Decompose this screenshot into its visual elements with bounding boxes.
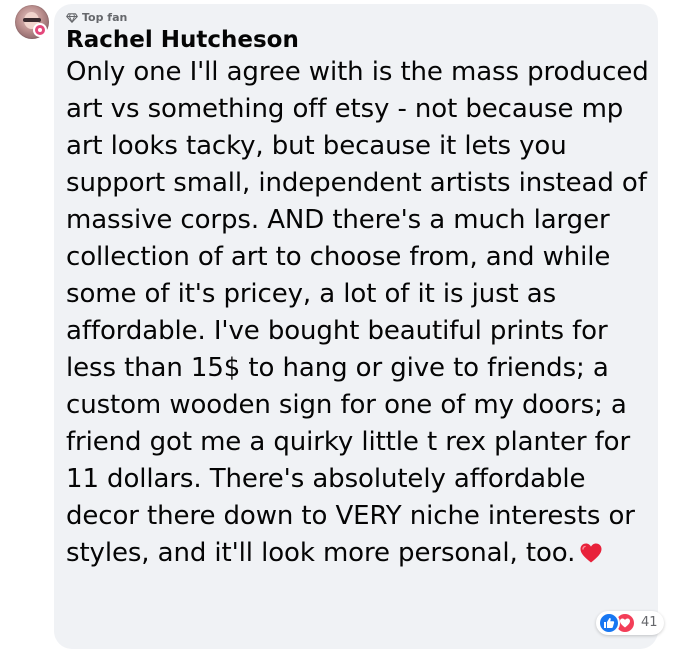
like-icon (598, 612, 620, 634)
red-heart-icon (580, 543, 602, 563)
author-name[interactable]: Rachel Hutcheson (66, 26, 299, 54)
badge-label: Top fan (82, 11, 128, 24)
avatar-glasses (23, 18, 41, 22)
top-fan-badge: Top fan (66, 11, 127, 24)
reactions-summary[interactable]: 41 (596, 611, 664, 635)
comment-bubble: Top fan Rachel Hutcheson Only one I'll a… (54, 4, 658, 649)
avatar-status-badge (33, 23, 47, 37)
comment-text: Only one I'll agree with is the mass pro… (66, 57, 649, 568)
comment-text-container: Only one I'll agree with is the mass pro… (66, 54, 651, 572)
diamond-icon (66, 12, 78, 23)
reaction-count: 41 (641, 615, 658, 630)
